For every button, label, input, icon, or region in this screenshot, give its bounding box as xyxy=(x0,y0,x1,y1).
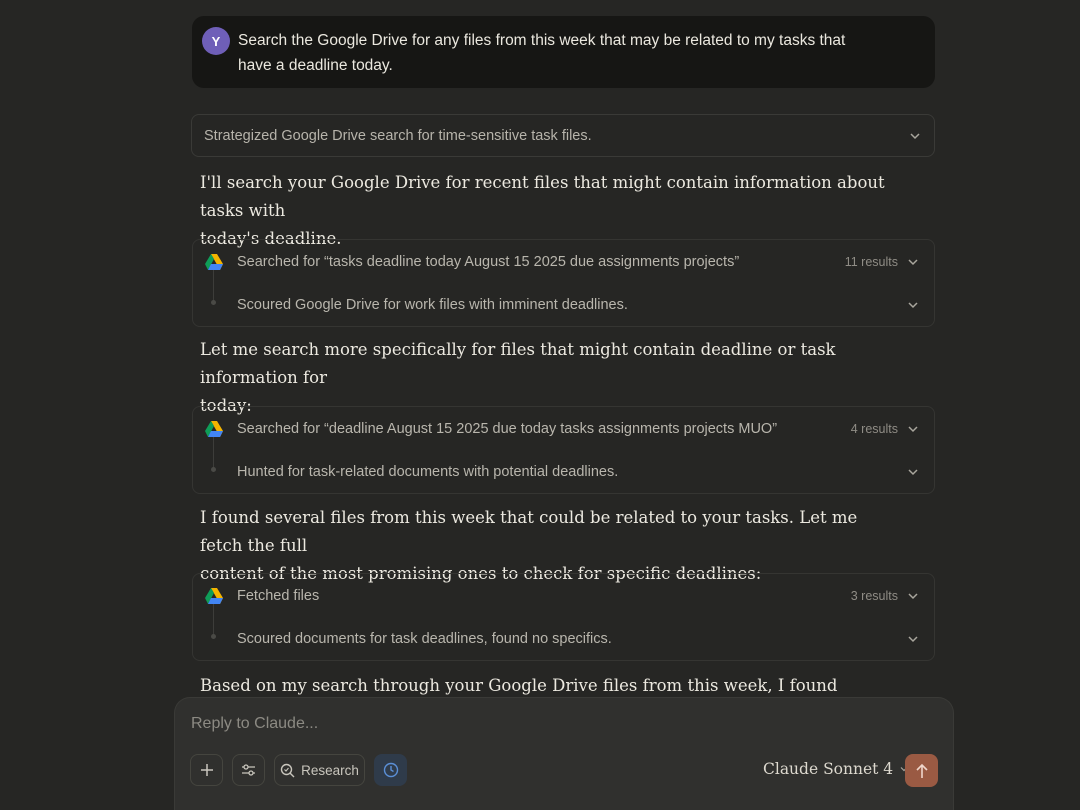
tool-call-card-2: Searched for “deadline August 15 2025 du… xyxy=(192,406,935,494)
tool-call-summary-row[interactable]: Hunted for task-related documents with p… xyxy=(193,450,934,493)
tool-call-title: Fetched files xyxy=(237,587,320,604)
result-count: 4 results xyxy=(850,421,898,436)
chevron-down-icon xyxy=(908,635,918,642)
paragraph-line: Let me search more specifically for file… xyxy=(200,340,836,387)
chevron-down-icon xyxy=(908,592,918,599)
tool-call-title: Searched for “tasks deadline today Augus… xyxy=(237,253,740,270)
tool-call-card-3: Fetched files 3 results Scoured document… xyxy=(192,573,935,661)
tool-call-summary: Scoured documents for task deadlines, fo… xyxy=(237,630,612,647)
chevron-down-icon xyxy=(908,425,918,432)
tool-call-header[interactable]: Searched for “deadline August 15 2025 du… xyxy=(193,407,934,450)
google-drive-icon xyxy=(205,253,223,270)
plus-icon xyxy=(200,764,213,776)
clock-icon xyxy=(383,762,398,778)
result-count: 3 results xyxy=(850,588,898,603)
google-drive-icon xyxy=(205,420,223,437)
chevron-down-icon xyxy=(908,301,918,308)
arrow-up-icon xyxy=(915,763,928,778)
paragraph-line: I found several files from this week tha… xyxy=(200,508,858,555)
tools-button[interactable] xyxy=(232,754,265,786)
reply-input[interactable]: Reply to Claude... xyxy=(191,715,318,733)
user-message: Y Search the Google Drive for any files … xyxy=(192,16,935,88)
research-label: Research xyxy=(301,762,359,778)
thinking-summary-toggle[interactable]: Strategized Google Drive search for time… xyxy=(191,114,935,157)
model-selector[interactable]: Claude Sonnet 4 xyxy=(763,760,909,778)
result-count: 11 results xyxy=(844,254,898,269)
tool-call-summary: Hunted for task-related documents with p… xyxy=(237,463,619,480)
tool-call-summary: Scoured Google Drive for work files with… xyxy=(237,296,628,313)
tool-call-header[interactable]: Fetched files 3 results xyxy=(193,574,934,617)
tool-call-summary-row[interactable]: Scoured Google Drive for work files with… xyxy=(193,283,934,326)
tool-call-header[interactable]: Searched for “tasks deadline today Augus… xyxy=(193,240,934,283)
tool-call-card-1: Searched for “tasks deadline today Augus… xyxy=(192,239,935,327)
sliders-icon xyxy=(242,764,255,776)
paragraph-line: I'll search your Google Drive for recent… xyxy=(200,173,885,220)
tool-call-title: Searched for “deadline August 15 2025 du… xyxy=(237,420,778,437)
reply-composer: Reply to Claude... Research Claude Sonne… xyxy=(174,697,954,810)
user-message-line-2: have a deadline today. xyxy=(238,57,393,74)
search-icon xyxy=(280,763,295,777)
chevron-down-icon xyxy=(910,132,920,139)
add-button[interactable] xyxy=(190,754,223,786)
user-message-line-1: Search the Google Drive for any files fr… xyxy=(238,32,846,49)
chevron-down-icon xyxy=(908,258,918,265)
google-drive-icon xyxy=(205,587,223,604)
extended-thinking-button[interactable] xyxy=(374,754,407,786)
tool-call-summary-row[interactable]: Scoured documents for task deadlines, fo… xyxy=(193,617,934,660)
thinking-summary-text: Strategized Google Drive search for time… xyxy=(204,127,592,144)
user-avatar: Y xyxy=(202,27,230,55)
model-name: Claude Sonnet 4 xyxy=(763,760,894,778)
research-button[interactable]: Research xyxy=(274,754,365,786)
chevron-down-icon xyxy=(908,468,918,475)
send-button[interactable] xyxy=(905,754,938,787)
